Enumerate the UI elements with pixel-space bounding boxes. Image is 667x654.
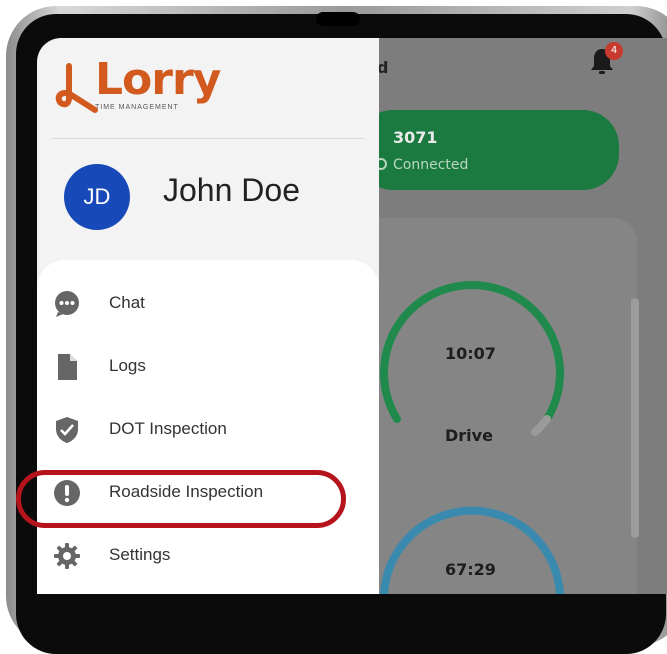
lorry-logo: Lorry TIME MANAGEMENT xyxy=(51,52,231,113)
drawer-menu: Chat Logs DOT Inspection Roadside Inspec… xyxy=(37,260,379,594)
menu-item-settings[interactable]: Settings xyxy=(37,526,379,586)
drive-label: Drive xyxy=(445,426,493,445)
avatar[interactable]: JD xyxy=(64,164,130,230)
chat-bubble-icon xyxy=(55,291,79,317)
scrollbar[interactable] xyxy=(631,298,639,538)
menu-item-dot-inspection[interactable]: DOT Inspection xyxy=(37,400,379,460)
user-name: John Doe xyxy=(163,172,300,208)
logo-mark-icon xyxy=(55,63,98,113)
gear-icon xyxy=(54,543,80,569)
menu-label-logs: Logs xyxy=(109,356,146,375)
drive-time: 10:07 xyxy=(445,344,496,363)
notification-badge: 4 xyxy=(605,42,623,60)
roadside-inspection-highlight xyxy=(16,470,346,528)
header-divider xyxy=(51,138,365,139)
brand-name: Lorry xyxy=(95,54,221,105)
menu-item-logs[interactable]: Logs xyxy=(37,337,379,397)
vehicle-number: 3071 xyxy=(393,128,438,147)
vehicle-status-card[interactable] xyxy=(357,110,619,190)
shield-check-icon xyxy=(56,417,78,443)
connection-status: Connected xyxy=(393,157,469,173)
camera-notch xyxy=(316,12,360,26)
menu-item-chat[interactable]: Chat xyxy=(37,274,379,334)
menu-label-dot-inspection: DOT Inspection xyxy=(109,419,227,438)
document-icon xyxy=(58,354,77,380)
cycle-time: 67:29 xyxy=(445,560,496,579)
brand-tagline: TIME MANAGEMENT xyxy=(95,104,179,111)
menu-label-chat: Chat xyxy=(109,293,145,312)
menu-label-settings: Settings xyxy=(109,545,171,564)
